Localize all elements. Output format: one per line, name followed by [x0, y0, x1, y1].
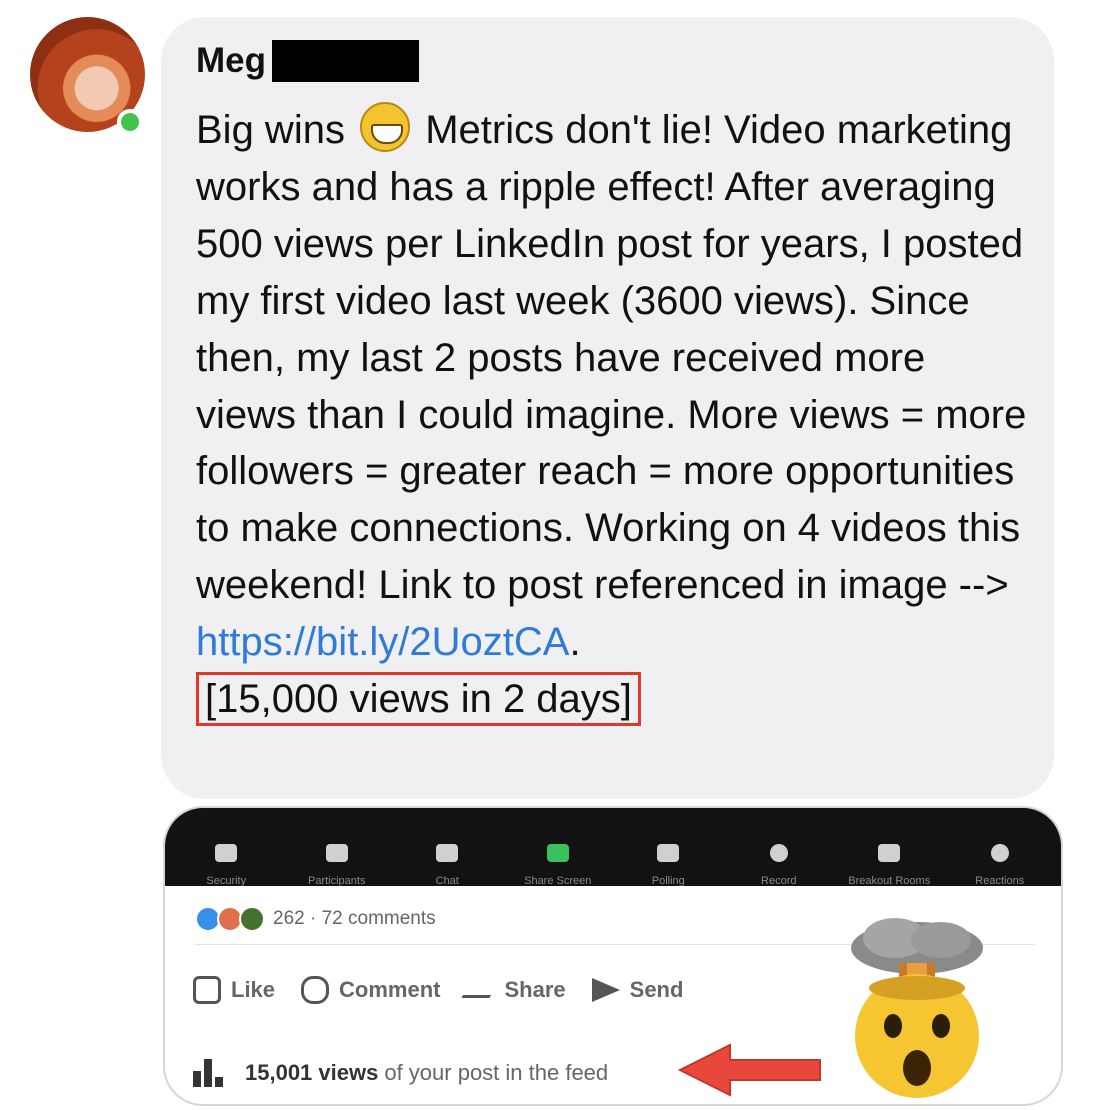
reaction-count: 262 · 72 comments	[273, 908, 436, 930]
zoom-label: Participants	[308, 875, 366, 886]
reaction-summary: 262 · 72 comments	[195, 906, 436, 932]
people-icon	[325, 844, 348, 862]
zoom-label: Security	[206, 875, 247, 886]
zoom-security: Security	[179, 844, 274, 886]
zoom-record: Record	[731, 844, 826, 886]
zoom-chat: Chat	[400, 844, 495, 886]
zoom-label: Share Screen	[524, 875, 592, 886]
zoom-label: Breakout Rooms	[848, 875, 931, 886]
zoom-share-screen: Share Screen	[510, 844, 605, 886]
emoji-icon	[990, 844, 1009, 862]
message-period: .	[569, 620, 581, 665]
comment-icon	[301, 976, 330, 1004]
action-label: Share	[504, 977, 566, 1002]
zoom-reactions: Reactions	[952, 844, 1047, 886]
views-tail: of your post in the feed	[384, 1060, 609, 1085]
action-label: Comment	[339, 977, 441, 1002]
avatar[interactable]	[30, 17, 145, 135]
zoom-polling: Polling	[621, 844, 716, 886]
share-screen-icon	[546, 844, 569, 862]
grinning-face-emoji-icon	[360, 102, 411, 152]
record-icon	[769, 844, 788, 862]
zoom-label: Reactions	[975, 875, 1025, 886]
message-sender: Meg	[196, 40, 419, 82]
action-label: Like	[231, 977, 276, 1002]
attached-screenshot[interactable]: Security Participants Chat Share Screen …	[163, 806, 1063, 1106]
comments-count: 72 comments	[321, 908, 436, 929]
shield-icon	[215, 844, 238, 862]
highlighted-views-callout: [15,000 views in 2 days]	[196, 672, 641, 727]
support-reaction-icon	[239, 906, 265, 932]
bar-chart-icon	[193, 1059, 223, 1087]
post-link[interactable]: https://bit.ly/2UoztCA	[196, 620, 569, 664]
send-button: Send	[591, 977, 684, 1003]
polling-icon	[657, 844, 680, 862]
message-text-start: Big wins	[196, 108, 345, 152]
message-text-body: Metrics don't lie! Video marketing works…	[196, 108, 1027, 608]
views-count: 15,001 views	[245, 1060, 379, 1085]
zoom-breakout-rooms: Breakout Rooms	[842, 844, 937, 886]
share-arrow-icon	[461, 982, 500, 998]
thumbs-up-icon	[193, 976, 221, 1004]
reactions-number: 262	[273, 908, 305, 929]
zoom-participants: Participants	[289, 844, 384, 886]
like-button: Like	[193, 976, 275, 1004]
redacted-surname	[272, 40, 419, 82]
zoom-toolbar: Security Participants Chat Share Screen …	[165, 808, 1061, 886]
post-actions: Like Comment Share Send	[193, 976, 683, 1004]
message-text: Big wins Metrics don't lie! Video market…	[196, 102, 1036, 728]
zoom-label: Chat	[435, 875, 459, 886]
grid-icon	[878, 844, 901, 862]
send-icon	[591, 978, 620, 1002]
sender-name: Meg	[196, 41, 266, 80]
share-button: Share	[461, 977, 566, 1003]
zoom-label: Record	[761, 875, 797, 886]
online-status-dot	[117, 109, 143, 135]
exploding-head-emoji-icon	[851, 918, 983, 1098]
post-views: 15,001 views of your post in the feed	[193, 1059, 608, 1087]
red-arrow-icon	[677, 1043, 821, 1097]
action-label: Send	[629, 977, 684, 1002]
zoom-label: Polling	[651, 875, 685, 886]
reactions-separator: ·	[304, 908, 322, 929]
comment-button: Comment	[301, 976, 440, 1004]
chat-icon	[436, 844, 459, 862]
